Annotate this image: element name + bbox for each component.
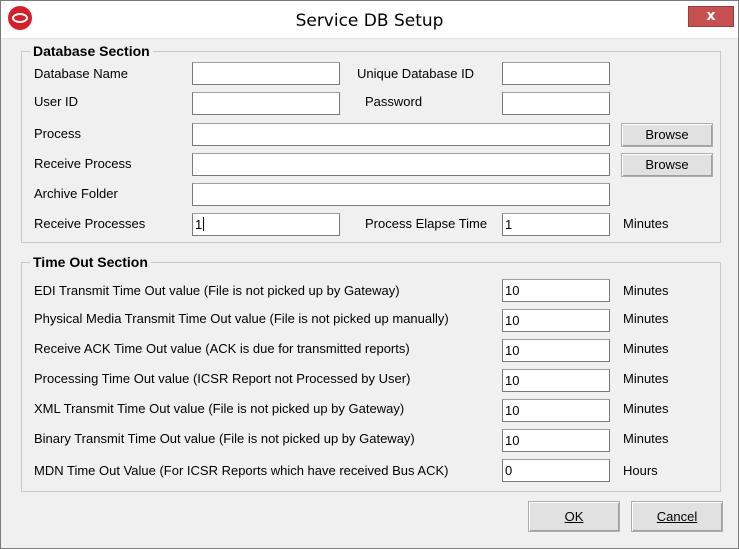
- cancel-button[interactable]: Cancel: [631, 501, 723, 532]
- timeout-row-label: MDN Time Out Value (For ICSR Reports whi…: [34, 463, 449, 478]
- archive-folder-field[interactable]: [192, 183, 610, 206]
- database-name-label: Database Name: [34, 66, 128, 81]
- ok-label: OK: [564, 509, 584, 524]
- timeout-row-field[interactable]: 10: [502, 309, 610, 332]
- timeout-row-unit: Minutes: [623, 341, 669, 356]
- timeout-row-field[interactable]: 10: [502, 369, 610, 392]
- receive-processes-field[interactable]: 1: [192, 213, 340, 236]
- process-elapse-time-field[interactable]: 1: [502, 213, 610, 236]
- user-id-field[interactable]: [192, 92, 340, 115]
- timeout-row-label: Physical Media Transmit Time Out value (…: [34, 311, 449, 326]
- unique-database-id-label: Unique Database ID: [357, 66, 475, 81]
- timeout-row-field[interactable]: 10: [502, 279, 610, 302]
- ok-button[interactable]: OK: [528, 501, 620, 532]
- timeout-row-label: XML Transmit Time Out value (File is not…: [34, 401, 405, 416]
- receive-process-browse-label: Browse: [645, 157, 689, 172]
- receive-process-label: Receive Process: [34, 156, 132, 171]
- password-field[interactable]: [502, 92, 610, 115]
- password-label: Password: [365, 94, 423, 109]
- receive-process-field[interactable]: [192, 153, 610, 176]
- archive-folder-label: Archive Folder: [34, 186, 118, 201]
- service-db-setup-dialog: Service DB Setup x Database Section Data…: [0, 0, 739, 549]
- timeout-row-label: EDI Transmit Time Out value (File is not…: [34, 283, 400, 298]
- process-label: Process: [34, 126, 81, 141]
- timeout-row-label: Binary Transmit Time Out value (File is …: [34, 431, 415, 446]
- text-caret: [203, 217, 205, 231]
- timeout-row-unit: Minutes: [623, 283, 669, 298]
- title-bar[interactable]: Service DB Setup x: [1, 1, 738, 39]
- timeout-row-unit: Minutes: [623, 311, 669, 326]
- receive-process-browse-button[interactable]: Browse: [621, 153, 713, 177]
- timeout-row-field[interactable]: 0: [502, 459, 610, 482]
- database-section-legend: Database Section: [30, 43, 153, 59]
- timeout-row-field[interactable]: 10: [502, 399, 610, 422]
- timeout-row-unit: Minutes: [623, 431, 669, 446]
- timeout-row-unit: Minutes: [623, 371, 669, 386]
- database-name-field[interactable]: [192, 62, 340, 85]
- timeout-row-label: Processing Time Out value (ICSR Report n…: [34, 371, 411, 386]
- process-elapse-time-unit: Minutes: [623, 216, 669, 231]
- receive-processes-label: Receive Processes: [34, 216, 146, 231]
- timeout-section-legend: Time Out Section: [30, 254, 151, 270]
- window-title: Service DB Setup: [295, 11, 444, 31]
- process-browse-button[interactable]: Browse: [621, 123, 713, 147]
- close-button[interactable]: x: [688, 6, 734, 27]
- timeout-row-field[interactable]: 10: [502, 339, 610, 362]
- user-id-label: User ID: [34, 94, 79, 109]
- process-elapse-time-label: Process Elapse Time: [365, 216, 488, 231]
- unique-database-id-field[interactable]: [502, 62, 610, 85]
- timeout-row-unit: Minutes: [623, 401, 669, 416]
- cancel-label: Cancel: [656, 509, 698, 524]
- process-browse-label: Browse: [645, 127, 689, 142]
- process-field[interactable]: [192, 123, 610, 146]
- receive-processes-value: 1: [195, 217, 203, 232]
- timeout-row-field[interactable]: 10: [502, 429, 610, 452]
- timeout-row-label: Receive ACK Time Out value (ACK is due f…: [34, 341, 410, 356]
- timeout-row-unit: Hours: [623, 463, 658, 478]
